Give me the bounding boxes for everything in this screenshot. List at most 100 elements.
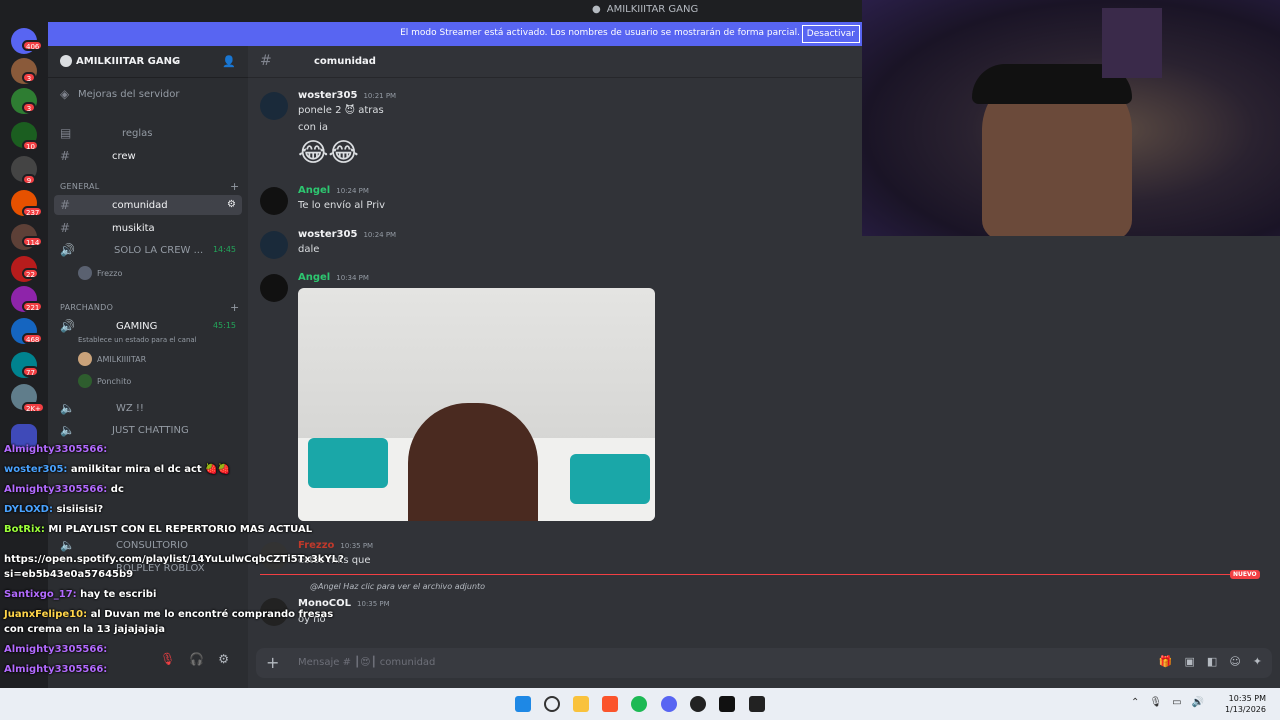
chat-text: si=eb5b43e0a57645b9: [4, 569, 134, 580]
voice-channel-consultorio[interactable]: 🔈 CONSULTORIO: [54, 535, 242, 555]
channel-title: comunidad: [314, 56, 376, 67]
hash-icon: #: [60, 198, 71, 212]
timestamp: 10:24 PM: [363, 231, 397, 239]
sticker-icon[interactable]: ◧: [1207, 655, 1217, 668]
channel-label: WZ !!: [116, 403, 144, 414]
epic-games-icon[interactable]: [749, 696, 765, 712]
username[interactable]: MonoCOL: [298, 598, 351, 609]
add-attachment-icon[interactable]: +: [266, 653, 279, 672]
chat-line: DYLOXD: sisiisisi?: [4, 504, 103, 515]
webcam-overlay: [862, 0, 1280, 236]
voice-channel-wz[interactable]: 🔈 WZ !!: [54, 398, 242, 418]
chat-line: Santixgo_17: hay te escribi: [4, 589, 156, 600]
username[interactable]: Angel: [298, 185, 330, 196]
voice-user[interactable]: Ponchito: [78, 374, 131, 388]
channel-header: # comunidad: [248, 46, 862, 78]
apps-icon[interactable]: ✦: [1253, 655, 1262, 668]
chat-text: amilkitar mira el dc act 🍓🍓: [70, 464, 231, 475]
user-controls: 🎙 🎧 ⚙: [160, 652, 229, 666]
system-clock[interactable]: 10:35 PM 1/13/2026: [1225, 693, 1266, 715]
search-icon[interactable]: [544, 696, 560, 712]
avatar[interactable]: [260, 187, 288, 215]
username[interactable]: Angel: [298, 272, 330, 283]
clock-time: 10:35 PM: [1228, 694, 1266, 703]
chat-text: con crema en la 13 jajajajaja: [4, 624, 166, 635]
speaker-icon: 🔊: [60, 319, 75, 333]
network-icon[interactable]: ▭: [1172, 697, 1181, 708]
channel-musikita[interactable]: # musikita: [54, 218, 242, 238]
invite-icon[interactable]: 👤: [222, 55, 236, 68]
message-text: dale: [298, 244, 320, 255]
channel-status-hint[interactable]: Establece un estado para el canal: [78, 336, 197, 344]
gear-badge-icon: [60, 55, 72, 67]
add-channel-icon[interactable]: +: [230, 301, 240, 314]
badge: 10: [22, 140, 39, 151]
streamer-mode-banner: El modo Streamer está activado. Los nomb…: [48, 22, 862, 46]
message-composer[interactable]: + Mensaje # ┃😍┃ comunidad 🎁 ▣ ◧ ☺ ✦: [256, 648, 1272, 678]
rules-icon: ▤: [60, 126, 72, 140]
obs-icon[interactable]: [690, 696, 706, 712]
voice-channel-just-chatting[interactable]: 🔈 JUST CHATTING: [54, 420, 242, 440]
boost-label: Mejoras del servidor: [78, 89, 180, 100]
channel-label: musikita: [112, 223, 155, 234]
gift-icon[interactable]: 🎁: [1159, 655, 1173, 668]
badge: 9: [22, 174, 36, 185]
badge: 2K+: [22, 402, 45, 413]
reply-preview[interactable]: @Angel Haz clic para ver el archivo adju…: [310, 582, 485, 591]
spotify-icon[interactable]: [631, 696, 647, 712]
voice-channel-solo-crew[interactable]: 🔊 SOLO LA CREW ... 14:45: [54, 240, 242, 260]
voice-channel-gaming[interactable]: 🔊 GAMING 45:15: [54, 316, 242, 336]
brave-browser-icon[interactable]: [602, 696, 618, 712]
chat-line: Almighty3305566:: [4, 444, 107, 455]
chat-line: BotRix: MI PLAYLIST CON EL REPERTORIO MA…: [4, 524, 312, 535]
avatar[interactable]: [260, 92, 288, 120]
channel-label: reglas: [122, 128, 153, 139]
channel-label: SOLO LA CREW ...: [114, 245, 204, 256]
chat-user: Santixgo_17:: [4, 589, 77, 600]
tiktok-icon[interactable]: [719, 696, 735, 712]
discord-icon[interactable]: [661, 696, 677, 712]
channel-comunidad[interactable]: # comunidad ⚙: [54, 195, 242, 215]
username[interactable]: woster305: [298, 90, 357, 101]
server-header[interactable]: AMILKIIITAR GANG ⌄ 👤: [48, 46, 248, 78]
settings-icon[interactable]: ⚙: [227, 199, 236, 210]
badge: 237: [22, 206, 44, 217]
username[interactable]: woster305: [298, 229, 357, 240]
category-general[interactable]: GENERAL +: [60, 180, 239, 193]
message-header: Angel 10:24 PM: [298, 185, 369, 196]
server-boost-item[interactable]: ◈ Mejoras del servidor: [54, 84, 242, 104]
add-channel-icon[interactable]: +: [230, 180, 240, 193]
gif-icon[interactable]: ▣: [1185, 655, 1195, 668]
windows-start-icon[interactable]: [515, 696, 531, 712]
username[interactable]: Frezzo: [298, 540, 334, 551]
microphone-icon[interactable]: 🎙: [1149, 697, 1162, 708]
category-parchando[interactable]: PARCHANDO +: [60, 301, 239, 314]
voice-user[interactable]: AMILKIIIITAR: [78, 352, 146, 366]
timestamp: 10:21 PM: [363, 92, 397, 100]
hash-icon: #: [60, 221, 71, 235]
chat-user: Almighty3305566:: [4, 664, 108, 675]
chat-line: woster305: amilkitar mira el dc act 🍓🍓: [4, 464, 230, 475]
voice-user[interactable]: Frezzo: [78, 266, 122, 280]
settings-icon[interactable]: ⚙: [218, 652, 229, 666]
chat-user: Almighty3305566:: [4, 484, 108, 495]
channel-reglas[interactable]: ▤ reglas: [54, 123, 242, 143]
volume-icon[interactable]: 🔊: [1192, 697, 1204, 708]
file-explorer-icon[interactable]: [573, 696, 589, 712]
timestamp: 10:34 PM: [336, 274, 369, 282]
avatar[interactable]: [260, 231, 288, 259]
deafen-icon[interactable]: 🎧: [189, 652, 204, 666]
emoji-icon[interactable]: ☺: [1229, 655, 1240, 668]
mute-icon[interactable]: 🎙: [160, 652, 175, 666]
image-attachment[interactable]: [298, 288, 655, 521]
avatar[interactable]: [260, 274, 288, 302]
chat-user: JuanxFelipe10:: [4, 609, 88, 620]
speaker-icon: 🔈: [60, 538, 75, 552]
speaker-icon: 🔈: [60, 423, 75, 437]
disable-streamer-button[interactable]: Desactivar: [801, 25, 860, 43]
chevron-up-icon[interactable]: ⌃: [1131, 697, 1139, 708]
chat-text: dc: [110, 484, 124, 495]
username: Frezzo: [97, 268, 123, 278]
channel-crew[interactable]: # crew: [54, 146, 242, 166]
voice-timer: 14:45: [212, 245, 236, 254]
